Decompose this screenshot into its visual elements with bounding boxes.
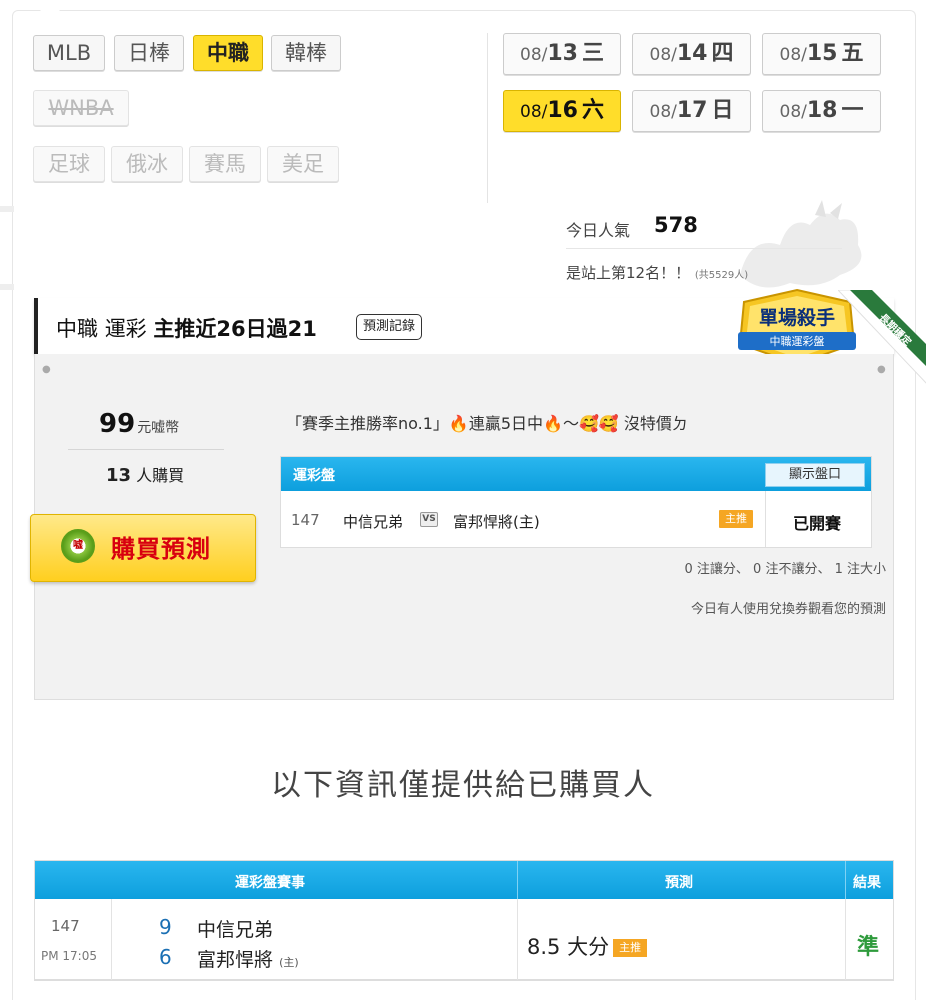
team1-name: 中信兄弟 — [197, 919, 274, 941]
popularity-divider — [566, 248, 842, 249]
badge-title: 單場殺手 — [759, 306, 835, 329]
away-team: 富邦悍將(主) — [453, 513, 540, 531]
popularity-value: 578 — [654, 213, 698, 237]
buy-prediction-label: 購買預測 — [111, 535, 211, 563]
frame-notch — [40, 10, 60, 20]
main-pick-tag: 主推 — [613, 939, 648, 957]
coin-icon: 嘘 — [61, 529, 95, 563]
date-0817[interactable]: 08/17 日 — [632, 90, 751, 132]
lottery-table-header: 運彩盤 顯示盤口 — [281, 457, 871, 491]
show-odds-button[interactable]: 顯示盤口 — [765, 463, 865, 487]
lottery-game-table: 運彩盤 顯示盤口 147 中信兄弟 VS 富邦悍將(主) 主推 已開賽 — [280, 456, 872, 548]
result-game-time: PM 17:05 — [41, 949, 97, 963]
date-0815[interactable]: 08/15 五 — [762, 33, 881, 75]
cell-divider — [765, 491, 766, 547]
team2-name: 富邦悍將 (主) — [197, 949, 299, 971]
bottom-divider — [34, 980, 894, 981]
vs-icon: VS — [420, 512, 438, 527]
panel-rivet: ● — [42, 364, 51, 375]
decorative-splash-graphic — [740, 200, 862, 288]
price: 99 元嘘幣 — [99, 409, 180, 439]
header-prediction: 預測 — [665, 875, 693, 891]
result-game-number: 147 — [51, 917, 80, 935]
cell-divider — [517, 899, 518, 981]
sport-chip-cpbl[interactable]: 中職 — [193, 35, 263, 71]
home-team: 中信兄弟 — [343, 513, 404, 531]
popularity-label: 今日人氣 — [566, 221, 631, 240]
game-number: 147 — [291, 511, 320, 529]
header-divider — [845, 861, 846, 899]
sport-chip-nfl[interactable]: 美足 — [267, 146, 339, 182]
buyer-count: 13 人購買 — [106, 465, 185, 486]
edge-tab — [0, 206, 14, 212]
sport-chip-hockey[interactable]: 俄冰 — [111, 146, 183, 182]
header-event: 運彩盤賽事 — [235, 875, 305, 891]
price-divider — [68, 449, 224, 450]
header-result: 結果 — [853, 875, 881, 891]
sport-chip-kbo[interactable]: 韓棒 — [271, 35, 341, 71]
voucher-note: 今日有人使用兌換券觀看您的預測 — [690, 602, 886, 617]
date-0816[interactable]: 08/16 六 — [503, 90, 621, 132]
fire-icon: 🔥 — [448, 414, 469, 433]
result-table: 運彩盤賽事 預測 結果 147 PM 17:05 9 中信兄弟 6 富邦悍將 (… — [34, 860, 894, 981]
team2-score: 6 — [159, 945, 172, 969]
sport-chip-npb[interactable]: 日棒 — [114, 35, 184, 71]
result-value: 準 — [857, 935, 880, 960]
sport-chip-racing[interactable]: 賽馬 — [189, 146, 261, 182]
result-table-header: 運彩盤賽事 預測 結果 — [35, 861, 893, 899]
sport-chip-wnba[interactable]: WNBA — [33, 90, 129, 126]
edge-tab — [0, 284, 14, 290]
heart-face-icon: 🥰🥰 — [578, 414, 619, 433]
header-divider — [517, 861, 518, 899]
rank-text: 是站上第12名！！ (共5529人) — [566, 264, 749, 282]
bet-stats: 0 注讓分、 0 注不讓分、 1 注大小 — [684, 562, 886, 577]
predictor-slogan: 「賽季主推勝率no.1」🔥連贏5日中🔥〜🥰🥰 沒特價ㄉ — [286, 414, 688, 433]
date-0813[interactable]: 08/13 三 — [503, 33, 621, 75]
game-status: 已開賽 — [793, 514, 842, 533]
prediction-record-button[interactable]: 預測記錄 — [356, 314, 423, 340]
date-0814[interactable]: 08/14 四 — [632, 33, 751, 75]
panel-rivet: ● — [877, 364, 886, 375]
cell-divider — [111, 899, 112, 981]
badge-subtitle: 中職運彩盤 — [770, 335, 825, 348]
fire-icon: 🔥 — [543, 414, 563, 433]
table-row: 147 中信兄弟 VS 富邦悍將(主) 主推 已開賽 — [281, 491, 871, 547]
buy-prediction-button[interactable]: 嘘 購買預測 — [30, 514, 256, 582]
header-divider — [487, 33, 488, 203]
date-0818[interactable]: 08/18 一 — [762, 90, 881, 132]
prediction-value: 8.5 大分 主推 — [527, 931, 648, 961]
team1-score: 9 — [159, 915, 172, 939]
rank-total: (共5529人) — [694, 270, 749, 281]
cell-divider — [845, 899, 846, 981]
buyers-only-notice: 以下資訊僅提供給已購買人 — [271, 768, 655, 803]
sport-chip-soccer[interactable]: 足球 — [33, 146, 105, 182]
panel-title: 中職 運彩 主推近26日過21 — [56, 317, 317, 341]
main-pick-tag: 主推 — [719, 510, 753, 528]
sport-chip-mlb[interactable]: MLB — [33, 35, 105, 71]
